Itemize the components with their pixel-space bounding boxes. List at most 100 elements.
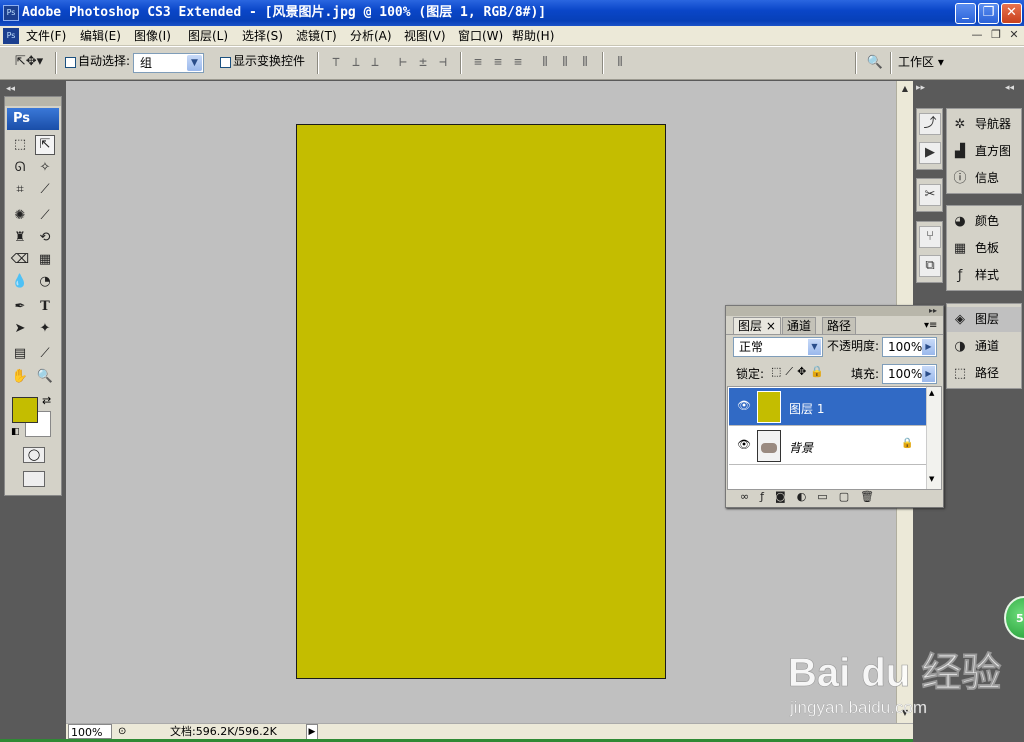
zoom-field[interactable]: 100%: [68, 724, 112, 739]
align-left-icon[interactable]: ⊢: [395, 55, 411, 71]
scroll-down-icon[interactable]: ▼: [929, 475, 934, 483]
align-top-icon[interactable]: ⊤: [328, 55, 344, 71]
panel-menu-icon[interactable]: ▾≡: [924, 320, 937, 331]
swap-colors-icon[interactable]: ⇄: [42, 394, 51, 407]
menu-select[interactable]: 选择(S): [242, 26, 283, 46]
path-selection-tool-icon[interactable]: ➤: [10, 319, 30, 339]
layer-name[interactable]: 图层 1: [789, 400, 824, 417]
auto-select-checkbox[interactable]: [65, 57, 76, 68]
blend-mode-dropdown[interactable]: 正常 ▼: [733, 337, 823, 357]
gradient-tool-icon[interactable]: ▦: [35, 250, 55, 270]
history-brush-tool-icon[interactable]: ⟲: [35, 228, 55, 248]
dock-item-navigator[interactable]: ✲ 导航器: [947, 112, 1011, 137]
align-vcenter-icon[interactable]: ⊥: [348, 55, 364, 71]
eye-icon[interactable]: 👁: [736, 437, 752, 453]
scroll-up-icon[interactable]: ▲: [898, 82, 912, 96]
status-icon[interactable]: ⊙: [118, 724, 126, 739]
lasso-tool-icon[interactable]: ᘏ: [10, 158, 30, 178]
auto-select-dropdown[interactable]: 组 ▼: [133, 53, 204, 73]
default-colors-icon[interactable]: ◧: [11, 427, 20, 437]
menu-filter[interactable]: 滤镜(T): [296, 26, 337, 46]
doc-close-button[interactable]: ✕: [1005, 27, 1023, 43]
dock-item-color[interactable]: ◕ 颜色: [947, 209, 999, 234]
distribute-bottom-icon[interactable]: ≡: [510, 55, 526, 71]
menu-analysis[interactable]: 分析(A): [350, 26, 392, 46]
pen-tool-icon[interactable]: ✒: [10, 297, 30, 317]
slice-tool-icon[interactable]: ⟋: [35, 180, 55, 200]
history-icon[interactable]: ⤴: [919, 113, 941, 135]
dock-item-histogram[interactable]: ▟ 直方图: [947, 139, 1011, 164]
menu-help[interactable]: 帮助(H): [512, 26, 554, 46]
collapse-arrows-icon[interactable]: ▸▸: [916, 83, 925, 93]
screen-mode-icon[interactable]: [23, 471, 45, 487]
healing-brush-tool-icon[interactable]: ✺: [10, 206, 30, 226]
close-button[interactable]: ✕: [1001, 3, 1022, 24]
document-canvas[interactable]: [296, 124, 666, 679]
type-tool-icon[interactable]: T: [35, 297, 55, 317]
doc-restore-button[interactable]: ❐: [987, 27, 1005, 43]
dock-item-layers[interactable]: ◈ 图层: [947, 307, 1021, 332]
menu-image[interactable]: 图像(I): [134, 26, 171, 46]
menu-file[interactable]: 文件(F): [26, 26, 66, 46]
layer-row[interactable]: 👁 图层 1: [729, 388, 926, 426]
menu-window[interactable]: 窗口(W): [458, 26, 503, 46]
minimize-button[interactable]: _: [955, 3, 976, 24]
menu-layer[interactable]: 图层(L): [188, 26, 228, 46]
crop-tool-icon[interactable]: ⌗: [10, 180, 30, 200]
tab-channels[interactable]: 通道: [782, 317, 817, 334]
tab-paths[interactable]: 路径: [822, 317, 857, 334]
menu-edit[interactable]: 编辑(E): [80, 26, 121, 46]
show-transform-checkbox[interactable]: [220, 57, 231, 68]
align-hcenter-icon[interactable]: ±: [415, 55, 431, 71]
workspace-menu-button[interactable]: 工作区 ▾: [898, 52, 960, 72]
zoom-tool-icon[interactable]: 🔍: [35, 367, 55, 387]
dock-item-channels[interactable]: ◑ 通道: [947, 334, 999, 359]
collapse-arrows-icon[interactable]: ◂◂: [1005, 83, 1014, 93]
distribute-hcenter-icon[interactable]: ⦀: [557, 55, 573, 71]
lock-icons[interactable]: ⬚⟋✥🔒: [771, 365, 828, 379]
quick-mask-icon[interactable]: ◯: [23, 447, 45, 463]
restore-button[interactable]: ❐: [978, 3, 999, 24]
foreground-color-swatch[interactable]: [12, 397, 38, 423]
brushes-icon[interactable]: ⑂: [919, 226, 941, 248]
bridge-icon[interactable]: 🔍: [865, 53, 885, 73]
menu-view[interactable]: 视图(V): [404, 26, 446, 46]
panel-footer-icons[interactable]: ∞ƒ◙◐▭▢🗑: [740, 490, 885, 503]
dock-item-paths[interactable]: ⬚ 路径: [947, 361, 999, 386]
align-right-icon[interactable]: ⊣: [435, 55, 451, 71]
distribute-left-icon[interactable]: ⦀: [537, 55, 553, 71]
distribute-top-icon[interactable]: ≡: [470, 55, 486, 71]
eraser-tool-icon[interactable]: ⌫: [10, 250, 30, 270]
align-bottom-icon[interactable]: ⊥: [367, 55, 383, 71]
toolbox-header[interactable]: [5, 97, 61, 106]
brush-tool-icon[interactable]: ⟋: [35, 206, 55, 226]
actions-icon[interactable]: ▶: [919, 142, 941, 164]
panel-collapse-icon[interactable]: ▸▸: [929, 306, 937, 315]
shape-tool-icon[interactable]: ✦: [35, 319, 55, 339]
notes-tool-icon[interactable]: ▤: [10, 344, 30, 364]
clone-stamp-tool-icon[interactable]: ♜: [10, 228, 30, 248]
blur-tool-icon[interactable]: 💧: [10, 272, 30, 292]
distribute-vcenter-icon[interactable]: ≡: [490, 55, 506, 71]
layers-scrollbar[interactable]: ▲ ▼: [926, 387, 941, 489]
magic-wand-tool-icon[interactable]: ✧: [35, 158, 55, 178]
layer-row[interactable]: 👁 背景 🔒: [729, 427, 926, 465]
panel-header[interactable]: [726, 306, 943, 316]
eye-icon[interactable]: 👁: [736, 398, 752, 414]
fill-field[interactable]: 100% ▶: [882, 364, 937, 384]
dock-item-swatches[interactable]: ▦ 色板: [947, 236, 999, 261]
eyedropper-tool-icon[interactable]: ⟋: [35, 344, 55, 364]
clone-source-icon[interactable]: ⧉: [919, 255, 941, 277]
move-tool-icon[interactable]: ⇱: [35, 135, 55, 155]
dodge-tool-icon[interactable]: ◔: [35, 272, 55, 292]
opacity-field[interactable]: 100% ▶: [882, 337, 937, 357]
distribute-right-icon[interactable]: ⦀: [577, 55, 593, 71]
dock-item-styles[interactable]: ƒ 样式: [947, 263, 999, 288]
tab-layers[interactable]: 图层 ×: [733, 317, 781, 334]
dock-item-info[interactable]: ⓘ 信息: [947, 166, 999, 191]
marquee-tool-icon[interactable]: ⬚: [10, 135, 30, 155]
layer-name[interactable]: 背景: [789, 439, 813, 456]
collapse-arrows-icon[interactable]: ◂◂: [6, 84, 15, 94]
hand-tool-icon[interactable]: ✋: [10, 367, 30, 387]
tool-presets-icon[interactable]: ✂: [919, 184, 941, 206]
